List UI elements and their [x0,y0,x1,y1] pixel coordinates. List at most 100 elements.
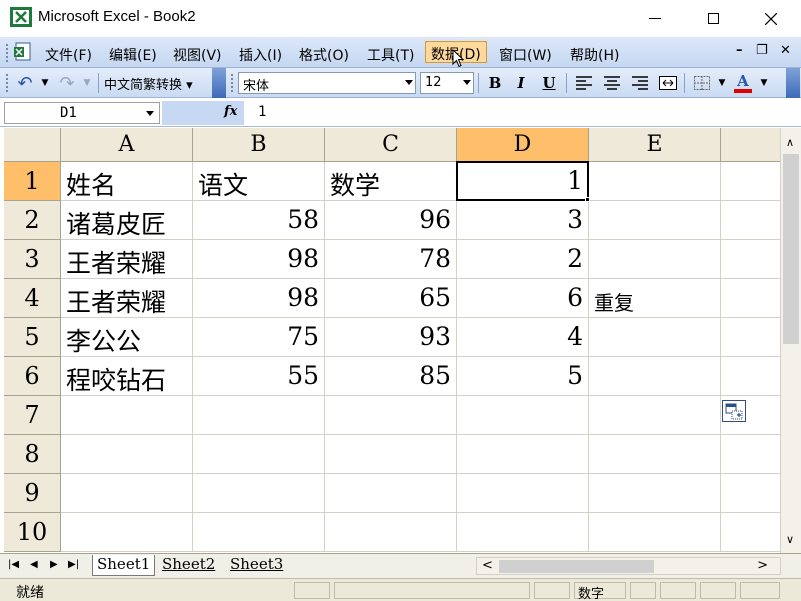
cell-d7[interactable] [457,396,589,435]
cell-d10[interactable] [457,513,589,552]
next-sheet-button[interactable]: ▶ [50,559,58,570]
cell[interactable] [721,318,780,357]
menu-view[interactable]: 视图(V) [169,43,226,65]
font-color-button[interactable]: A [732,72,754,94]
cell-e9[interactable] [589,474,721,513]
cell-c8[interactable] [325,435,457,474]
row-header-8[interactable]: 8 [4,435,61,474]
cell-c9[interactable] [325,474,457,513]
italic-button[interactable]: I [510,72,532,94]
undo-button[interactable]: ↶ [14,72,36,94]
minimize-button[interactable] [626,0,684,37]
cell-a9[interactable] [61,474,193,513]
cell-a5[interactable]: 李公公 [61,318,193,357]
scroll-down-icon[interactable]: ∨ [786,533,794,546]
bold-button[interactable]: B [484,72,506,94]
cell-a8[interactable] [61,435,193,474]
cell-b3[interactable]: 98 [193,240,325,279]
toolbar-grip-2[interactable] [230,73,234,93]
row-header-10[interactable]: 10 [4,513,61,552]
row-header-4[interactable]: 4 [4,279,61,318]
cell-c7[interactable] [325,396,457,435]
cell[interactable] [721,162,780,201]
cell-d5[interactable]: 4 [457,318,589,357]
sheet-tab-sheet2[interactable]: Sheet2 [158,555,219,576]
horizontal-scroll-thumb[interactable] [499,560,654,573]
cell-c10[interactable] [325,513,457,552]
vertical-scroll-thumb[interactable] [783,154,799,344]
doc-restore-button[interactable]: ❐ [756,43,768,58]
column-header-d[interactable]: D [457,128,589,162]
name-box[interactable]: D1 [4,102,160,124]
column-header-e[interactable]: E [589,128,721,162]
menu-file[interactable]: 文件(F) [41,43,96,65]
toolbar-overflow-chevron[interactable] [212,68,226,98]
cell-e2[interactable] [589,201,721,240]
toolbar-grip[interactable] [5,73,9,93]
borders-dropdown[interactable]: ▼ [716,72,728,94]
column-header[interactable] [721,128,780,162]
select-all-corner[interactable] [4,128,61,162]
row-header-3[interactable]: 3 [4,240,61,279]
cell-b6[interactable]: 55 [193,357,325,396]
row-header-5[interactable]: 5 [4,318,61,357]
cell-c6[interactable]: 85 [325,357,457,396]
doc-minimize-button[interactable]: – [736,43,743,58]
cell-e8[interactable] [589,435,721,474]
row-header-9[interactable]: 9 [4,474,61,513]
cell-e4[interactable]: 重复 [589,279,721,318]
cell-a1[interactable]: 姓名 [61,162,193,201]
row-header-7[interactable]: 7 [4,396,61,435]
doc-close-button[interactable]: ✕ [780,43,791,58]
align-center-button[interactable] [600,72,624,94]
scroll-right-icon[interactable]: > [757,558,768,573]
column-header-a[interactable]: A [61,128,193,162]
cell-b5[interactable]: 75 [193,318,325,357]
cell-c3[interactable]: 78 [325,240,457,279]
first-sheet-button[interactable]: |◀ [8,559,19,570]
redo-dropdown[interactable]: ▼ [80,72,94,94]
menu-grip[interactable] [5,43,9,63]
menu-tools[interactable]: 工具(T) [363,43,418,65]
close-button[interactable] [742,0,800,37]
formula-input[interactable]: 1 [258,104,266,120]
cell-b8[interactable] [193,435,325,474]
fill-handle[interactable] [585,197,590,202]
cell[interactable] [721,357,780,396]
cell-a4[interactable]: 王者荣耀 [61,279,193,318]
cell-b10[interactable] [193,513,325,552]
cell-e1[interactable] [589,162,721,201]
sheet-tab-sheet3[interactable]: Sheet3 [226,555,287,576]
cell-e3[interactable] [589,240,721,279]
cell-e5[interactable] [589,318,721,357]
cell[interactable] [721,435,780,474]
merge-center-button[interactable] [656,72,680,94]
workbook-icon[interactable] [14,42,34,62]
sheet-tab-sheet1[interactable]: Sheet1 [92,555,156,576]
menu-help[interactable]: 帮助(H) [566,43,623,65]
cell-c4[interactable]: 65 [325,279,457,318]
cell-d8[interactable] [457,435,589,474]
cell-d9[interactable] [457,474,589,513]
cell-d2[interactable]: 3 [457,201,589,240]
cell-c5[interactable]: 93 [325,318,457,357]
cell-b9[interactable] [193,474,325,513]
cell-a6[interactable]: 程咬钻石 [61,357,193,396]
font-color-dropdown[interactable]: ▼ [758,72,770,94]
row-header-2[interactable]: 2 [4,201,61,240]
cell-c1[interactable]: 数学 [325,162,457,201]
cell-b4[interactable]: 98 [193,279,325,318]
prev-sheet-button[interactable]: ◀ [30,559,38,570]
cell-d1[interactable]: 1 [457,162,589,201]
cell-a10[interactable] [61,513,193,552]
align-right-button[interactable] [628,72,652,94]
menu-edit[interactable]: 编辑(E) [105,43,161,65]
cell[interactable] [721,279,780,318]
menu-insert[interactable]: 插入(I) [235,43,286,65]
redo-button[interactable]: ↷ [56,72,78,94]
font-size-select[interactable]: 12 [420,72,474,94]
cell-c2[interactable]: 96 [325,201,457,240]
vertical-scrollbar[interactable]: ∧ ∨ [780,128,801,553]
cell-d4[interactable]: 6 [457,279,589,318]
cell[interactable] [721,474,780,513]
